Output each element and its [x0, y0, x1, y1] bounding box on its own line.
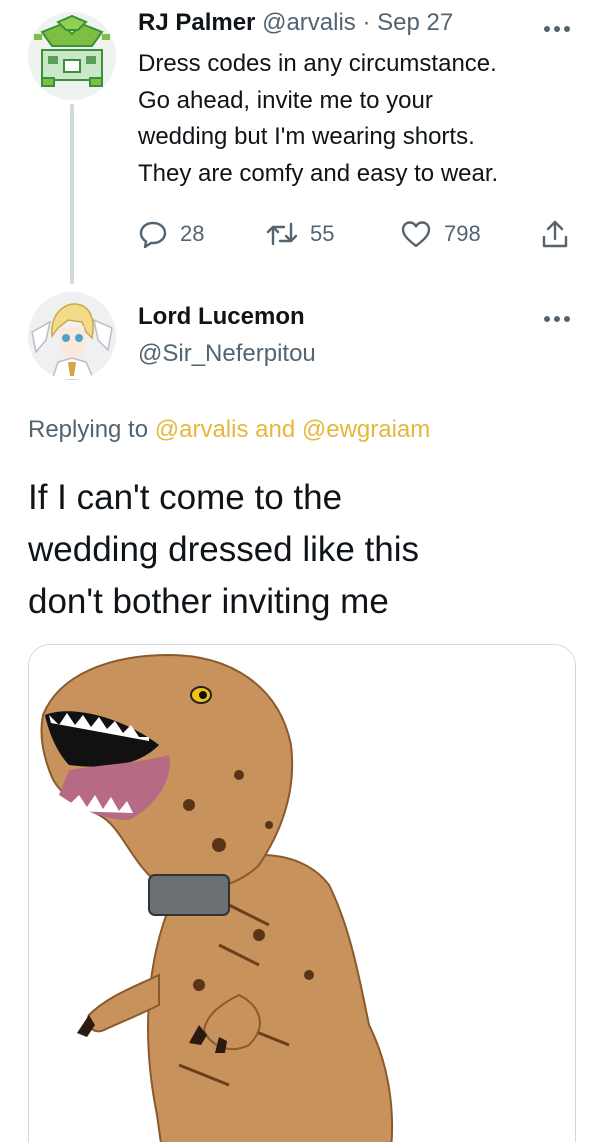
tweet-text-line: If I can't come to the: [28, 478, 343, 517]
tweet-media[interactable]: [28, 644, 576, 1142]
inflatable-trex-costume-image: [29, 645, 575, 1142]
tweet-actions: 28 55 798: [138, 216, 578, 252]
handle[interactable]: @arvalis: [262, 9, 356, 36]
retweet-count: 55: [310, 221, 335, 246]
more-options-button[interactable]: [543, 306, 571, 326]
avatar[interactable]: [28, 292, 116, 380]
timestamp[interactable]: Sep 27: [377, 9, 453, 36]
tweet-text-line: Go ahead, invite me to your: [138, 86, 433, 114]
separator: ·: [362, 9, 371, 36]
tweet-text-line: don't bother inviting me: [28, 582, 389, 621]
display-name[interactable]: RJ Palmer: [138, 9, 255, 36]
tweet-text: If I can't come to the wedding dressed l…: [28, 472, 578, 628]
reply-button[interactable]: 28: [138, 216, 204, 252]
tweet-text-line: They are comfy and easy to wear.: [138, 159, 499, 187]
like-button[interactable]: 798: [400, 216, 481, 252]
more-horizontal-icon: [544, 316, 570, 322]
like-count: 798: [444, 221, 481, 246]
reply-icon: [139, 221, 167, 249]
replying-to-label: Replying to: [28, 416, 149, 443]
reply-count: 28: [180, 221, 205, 246]
mention-link[interactable]: @ewgraiam: [302, 416, 430, 443]
tweet-header: RJ Palmer @arvalis · Sep 27: [138, 8, 453, 38]
share-icon: [542, 220, 568, 248]
retweet-button[interactable]: 55: [266, 216, 334, 252]
mention-link[interactable]: @arvalis: [155, 416, 249, 443]
tweet-text: Dress codes in any circumstance. Go ahea…: [138, 46, 578, 192]
tweet-text-line: wedding but I'm wearing shorts.: [138, 123, 475, 150]
tweet-text-line: Dress codes in any circumstance.: [138, 50, 497, 77]
tweet-text-line: wedding dressed like this: [28, 530, 420, 569]
thread-connector-line: [70, 104, 74, 284]
anime-angel-avatar-icon: [28, 292, 116, 380]
heart-icon: [401, 221, 431, 248]
replying-to-conjunction: and: [255, 416, 296, 443]
tweet-thread: RJ Palmer @arvalis · Sep 27 Dress codes …: [0, 0, 599, 1142]
share-button[interactable]: [540, 216, 570, 252]
more-horizontal-icon: [544, 26, 570, 32]
replying-to: Replying to @arvalis and @ewgraiam: [28, 414, 430, 446]
avatar[interactable]: [28, 12, 116, 100]
handle[interactable]: @Sir_Neferpitou: [138, 339, 316, 369]
retweet-icon: [266, 222, 298, 246]
pixel-plant-creature-icon: [28, 12, 116, 100]
more-options-button[interactable]: [543, 16, 571, 36]
display-name[interactable]: Lord Lucemon: [138, 302, 305, 332]
